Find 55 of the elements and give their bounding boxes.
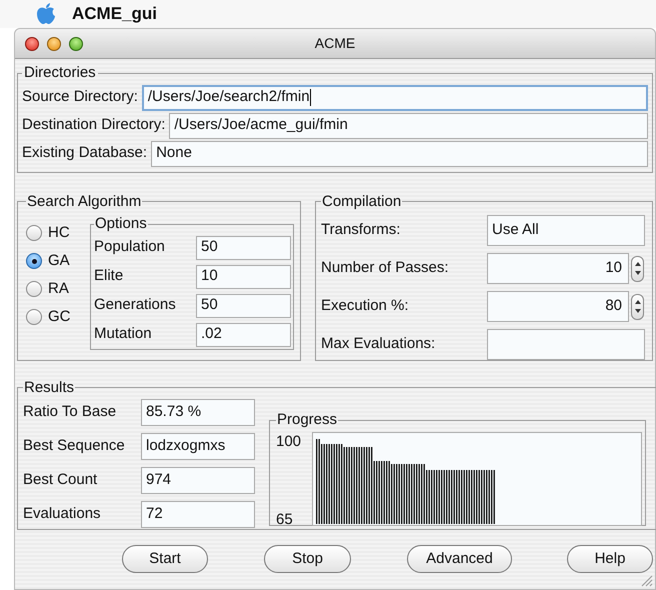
app-name: ACME_gui bbox=[72, 3, 157, 26]
spinner-arrows-icon[interactable] bbox=[631, 256, 644, 282]
zoom-button[interactable] bbox=[69, 36, 83, 50]
text-field[interactable] bbox=[487, 329, 645, 360]
field-label: Transforms: bbox=[321, 220, 402, 240]
field-label: Max Evaluations: bbox=[321, 334, 436, 354]
window-title: ACME bbox=[314, 34, 356, 53]
field-label: Population bbox=[94, 237, 166, 258]
radio-button[interactable] bbox=[26, 253, 42, 269]
close-button[interactable] bbox=[25, 36, 39, 50]
number-field[interactable]: 10 bbox=[487, 253, 629, 284]
text-field[interactable]: 50 bbox=[196, 294, 291, 318]
field-label: Ratio To Base bbox=[23, 402, 118, 422]
group-title: Directories bbox=[23, 63, 97, 83]
push-button[interactable]: Stop bbox=[264, 545, 351, 574]
radio-button[interactable] bbox=[26, 225, 42, 241]
text-field[interactable]: Use All bbox=[487, 215, 645, 246]
radio-button[interactable] bbox=[26, 281, 42, 297]
group-title: Progress bbox=[276, 410, 338, 430]
group-title: Results bbox=[23, 378, 76, 398]
push-button[interactable]: Advanced bbox=[407, 545, 512, 574]
field-label: Elite bbox=[94, 266, 124, 286]
group-title: Search Algorithm bbox=[26, 192, 142, 212]
field-label: Best Sequence bbox=[23, 436, 126, 456]
field-label: Number of Passes: bbox=[321, 258, 450, 278]
radio-label: RA bbox=[48, 278, 69, 299]
spinner-arrows-icon[interactable] bbox=[631, 294, 644, 320]
text-field[interactable]: /Users/Joe/search2/fmin bbox=[142, 84, 648, 110]
minimize-button[interactable] bbox=[47, 36, 61, 50]
radio-button[interactable] bbox=[26, 309, 42, 325]
group-title: Options bbox=[94, 214, 148, 234]
text-field[interactable]: None bbox=[151, 140, 648, 166]
field-label: Source Directory: bbox=[22, 87, 138, 108]
field-label: Evaluations bbox=[23, 504, 102, 524]
resize-grip-icon[interactable] bbox=[639, 573, 653, 587]
radio-label: HC bbox=[48, 222, 70, 243]
field-label: Best Count bbox=[23, 470, 98, 490]
axis-tick-label: 100 bbox=[276, 432, 302, 450]
radio-label: GA bbox=[48, 250, 70, 271]
text-field[interactable]: 10 bbox=[196, 264, 291, 288]
field-label: Destination Directory: bbox=[22, 115, 166, 136]
axis-tick-label: 65 bbox=[276, 510, 293, 526]
field-label: Generations bbox=[94, 295, 177, 316]
text-field[interactable]: .02 bbox=[196, 322, 291, 346]
group-title: Compilation bbox=[321, 192, 402, 212]
field-label: Execution %: bbox=[321, 296, 410, 316]
field-label: Existing Database: bbox=[22, 143, 148, 164]
apple-logo-icon[interactable] bbox=[36, 3, 56, 25]
number-field[interactable]: 80 bbox=[487, 291, 629, 322]
text-field[interactable]: /Users/Joe/acme_gui/fmin bbox=[169, 112, 648, 138]
push-button[interactable]: Start bbox=[122, 545, 208, 574]
push-button[interactable]: Help bbox=[567, 545, 653, 574]
radio-label: GC bbox=[48, 306, 70, 327]
text-field[interactable]: 50 bbox=[196, 236, 291, 260]
field-label: Mutation bbox=[94, 324, 153, 344]
